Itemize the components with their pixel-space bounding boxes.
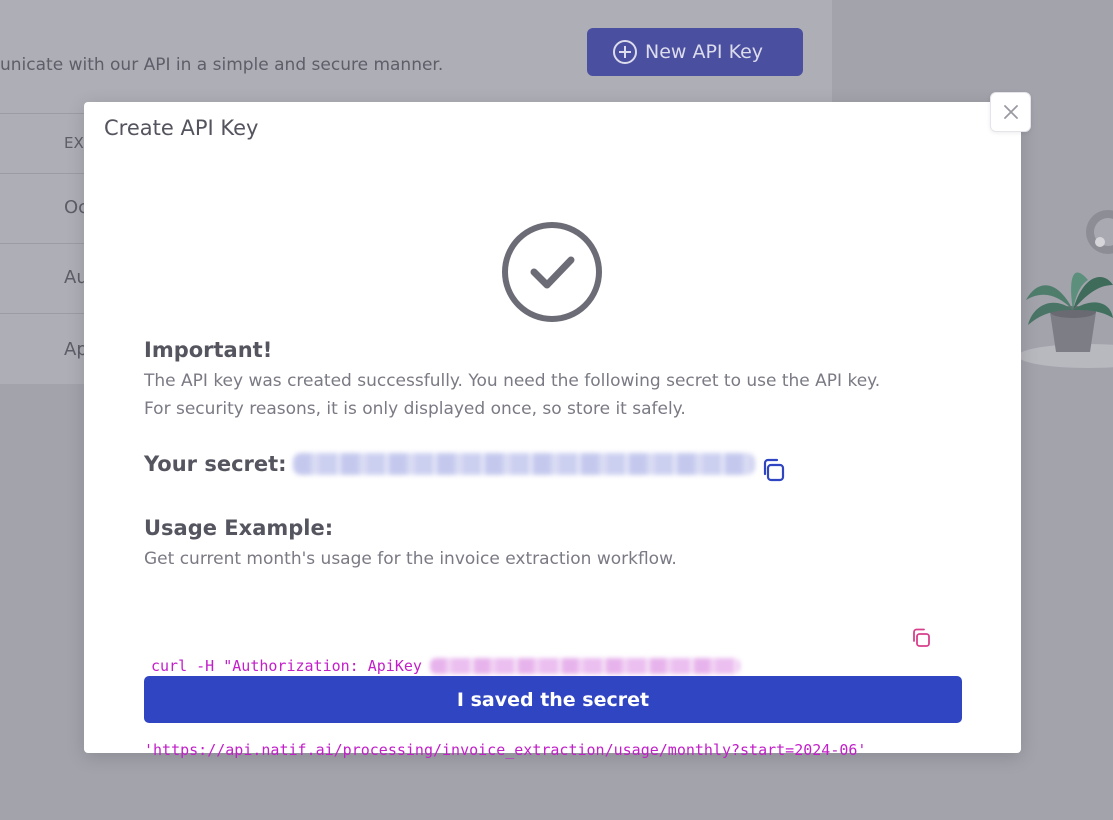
secret-value-redacted <box>292 453 755 475</box>
usage-description: Get current month's usage for the invoic… <box>144 549 677 569</box>
code-line-2-text: 'https://api.natif.ai/processing/invoice… <box>144 741 867 759</box>
new-api-key-button[interactable]: New API Key <box>587 28 803 76</box>
secret-label: Your secret: <box>144 452 287 476</box>
plus-circle-icon <box>613 40 637 64</box>
create-api-key-modal: Create API Key Important! The API key wa… <box>84 102 1021 759</box>
usage-heading: Usage Example: <box>144 516 334 540</box>
important-heading: Important! <box>144 338 273 362</box>
check-circle-icon <box>502 222 602 322</box>
copy-secret-icon[interactable] <box>760 457 786 483</box>
close-icon <box>1003 105 1018 119</box>
modal-title: Create API Key <box>104 116 259 140</box>
table-header-label: EX <box>64 134 84 152</box>
secret-row: Your secret: <box>144 452 755 476</box>
important-text-line1: The API key was created successfully. Yo… <box>144 371 881 391</box>
background-description: unicate with our API in a simple and sec… <box>0 55 444 75</box>
saved-secret-button[interactable]: I saved the secret <box>144 676 962 723</box>
code-secret-redacted <box>429 658 740 674</box>
copy-code-icon[interactable] <box>910 627 932 649</box>
code-line-2: 'https://api.natif.ai/processing/invoice… <box>144 736 866 764</box>
plant-illustration <box>1018 210 1113 368</box>
close-modal-button[interactable] <box>990 92 1031 132</box>
new-api-key-label: New API Key <box>645 41 764 63</box>
important-text-line2: For security reasons, it is only display… <box>144 399 686 419</box>
